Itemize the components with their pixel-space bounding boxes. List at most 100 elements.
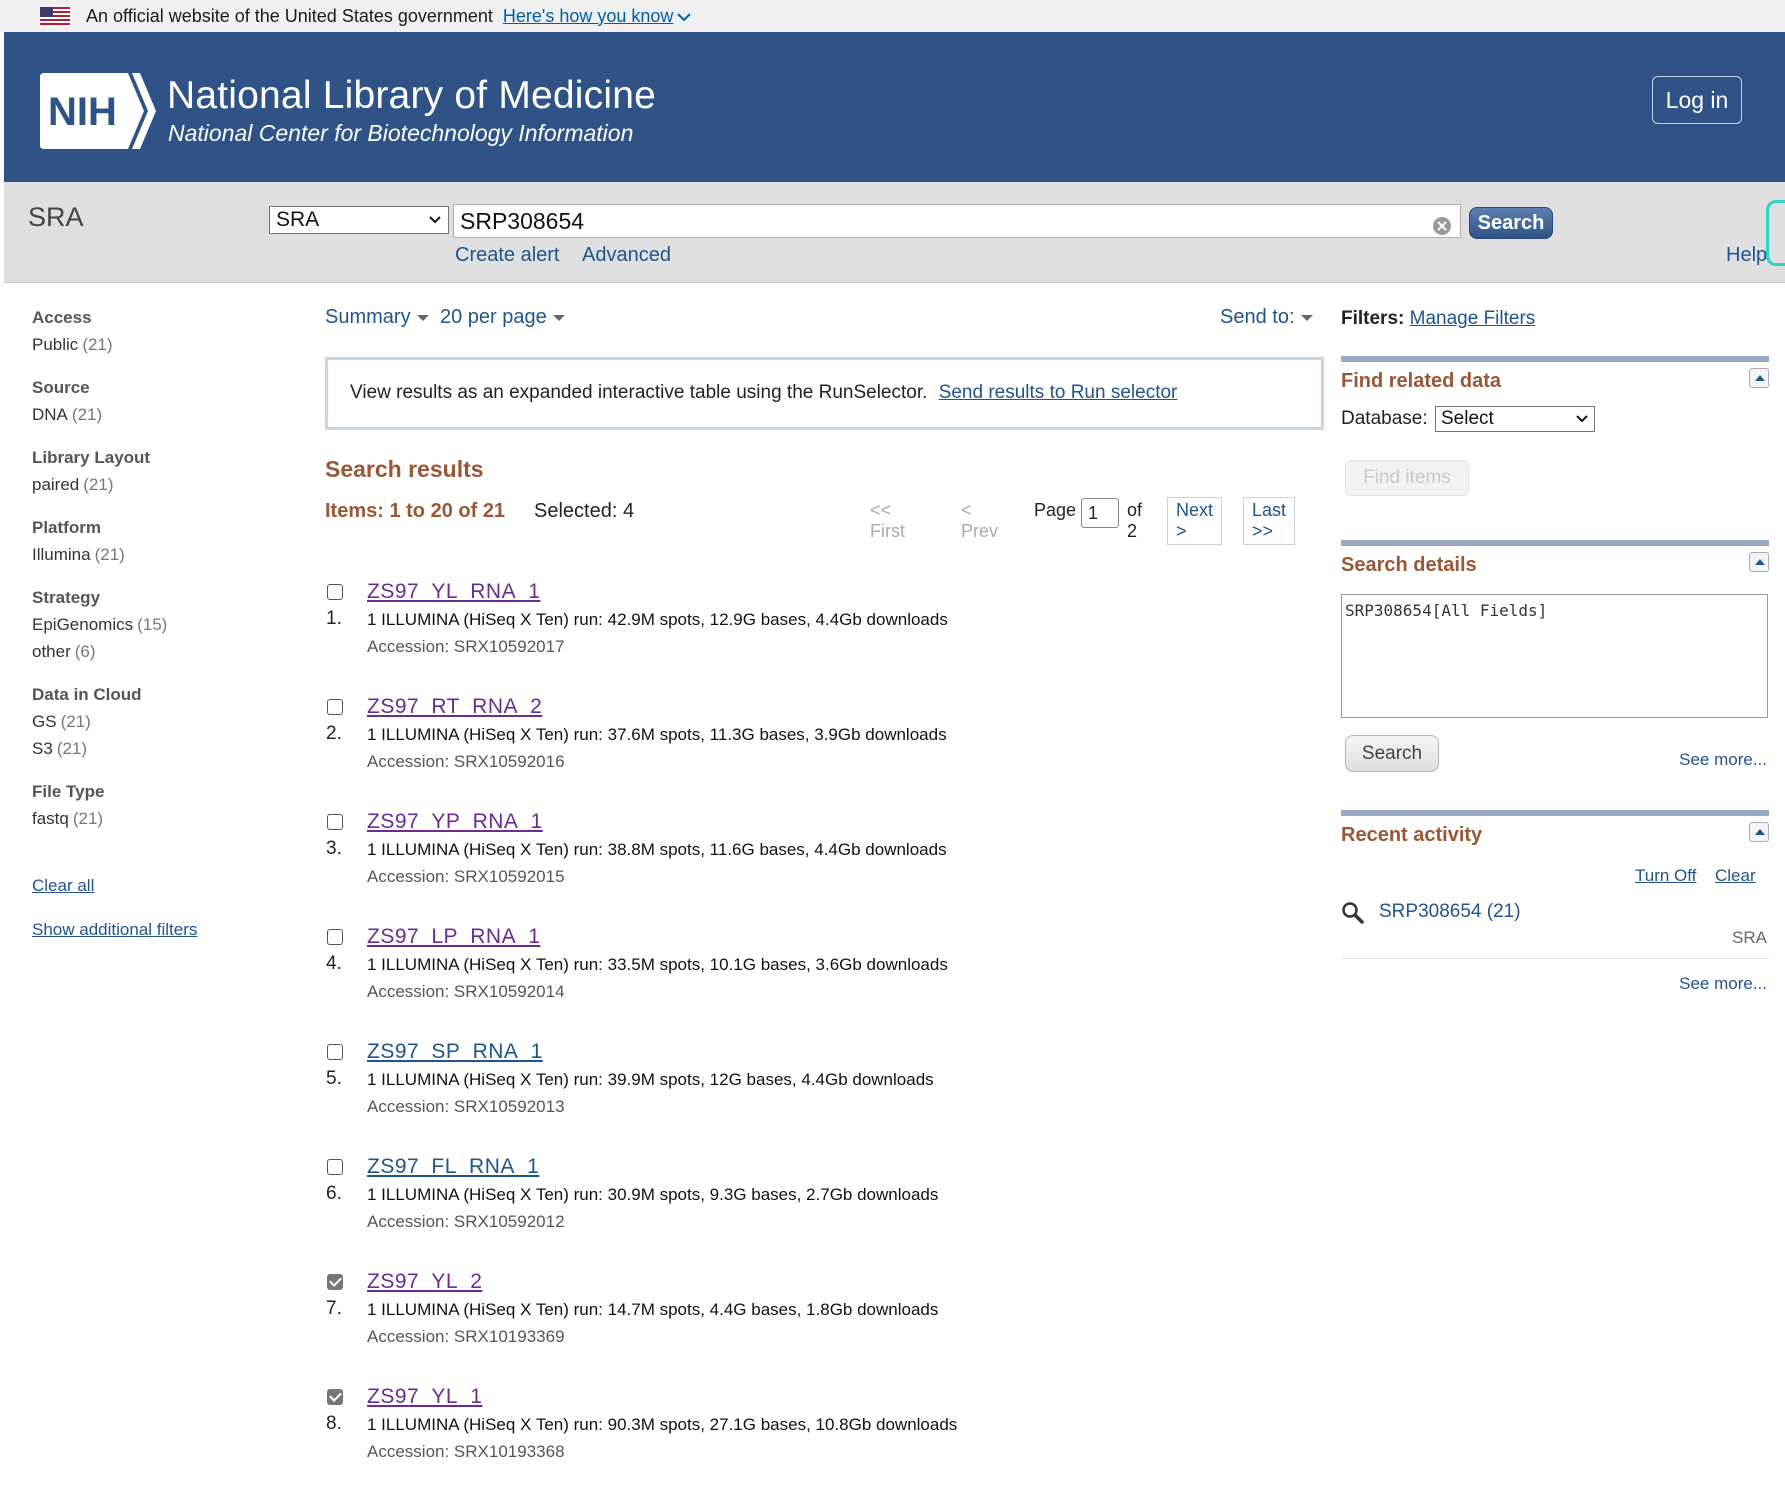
facet-item[interactable]: S3 (21) <box>32 735 272 762</box>
filters-label: Filters: <box>1341 308 1405 329</box>
portlet-title: Find related data <box>1341 370 1502 392</box>
search-details-see-more-link[interactable]: See more... <box>1679 750 1767 770</box>
collapse-toggle-icon[interactable] <box>1749 368 1769 388</box>
page-total-label: of 2 <box>1127 500 1143 541</box>
result-title-link[interactable]: ZS97_RT_RNA_2 <box>367 695 542 719</box>
result-item: 2. ZS97_RT_RNA_2 1 ILLUMINA (HiSeq X Ten) … <box>325 695 1325 795</box>
facet-item[interactable]: other (6) <box>32 638 272 665</box>
find-items-button[interactable]: Find items <box>1345 460 1469 496</box>
result-accession: Accession: SRX10592012 <box>367 1212 565 1231</box>
facet-item[interactable]: fastq (21) <box>32 805 272 832</box>
facet-item[interactable]: GS (21) <box>32 708 272 735</box>
show-additional-filters-link[interactable]: Show additional filters <box>32 920 197 940</box>
result-checkbox[interactable] <box>327 929 343 945</box>
site-subtitle: National Center for Biotechnology Inform… <box>168 120 634 146</box>
next-page-button[interactable]: Next > <box>1167 497 1223 545</box>
facet-group: File Type fastq (21) <box>32 779 272 832</box>
result-checkbox[interactable] <box>327 699 343 715</box>
facet-item-label: fastq <box>32 809 69 828</box>
facet-item-count: (21) <box>82 335 113 354</box>
recent-activity-see-more-link[interactable]: See more... <box>1679 974 1767 994</box>
result-title-link[interactable]: ZS97_YL_2 <box>367 1270 482 1294</box>
result-title-link[interactable]: ZS97_YL_1 <box>367 1385 482 1409</box>
result-checkbox[interactable] <box>327 1274 343 1290</box>
search-details-textarea[interactable]: SRP308654[All Fields] <box>1341 594 1768 718</box>
clear-all-filters-link[interactable]: Clear all <box>32 876 94 896</box>
result-accession: Accession: SRX10592015 <box>367 867 565 886</box>
result-item: 5. ZS97_SP_RNA_1 1 ILLUMINA (HiSeq X Ten) … <box>325 1040 1325 1140</box>
related-database-select[interactable]: Select <box>1435 406 1595 432</box>
search-button[interactable]: Search <box>1469 207 1553 239</box>
first-page-link[interactable]: << First <box>870 500 905 542</box>
result-title-link[interactable]: ZS97_SP_RNA_1 <box>367 1040 543 1064</box>
per-page-menu[interactable]: 20 per page <box>440 306 565 329</box>
format-menu-label: Summary <box>325 306 411 328</box>
recent-activity-item[interactable]: SRP308654 (21) <box>1379 901 1521 923</box>
result-description: 1 ILLUMINA (HiSeq X Ten) run: 38.8M spot… <box>367 840 947 859</box>
result-number: 1. <box>326 608 342 629</box>
facet-item[interactable]: paired (21) <box>32 471 272 498</box>
facet-item-count: (21) <box>71 405 103 424</box>
result-title-link[interactable]: ZS97_FL_RNA_1 <box>367 1155 539 1179</box>
clear-icon[interactable] <box>1432 212 1452 235</box>
result-description: 1 ILLUMINA (HiSeq X Ten) run: 37.6M spot… <box>367 725 947 744</box>
selected-count[interactable]: Selected: 4 <box>534 500 634 523</box>
facet-item-label: Public <box>32 335 79 354</box>
help-link[interactable]: Help <box>1726 244 1767 267</box>
login-button[interactable]: Log in <box>1652 76 1742 124</box>
result-accession: Accession: SRX10592016 <box>367 752 565 771</box>
nih-logo-text: NIH <box>48 90 117 134</box>
caret-down-icon <box>416 314 429 321</box>
result-checkbox[interactable] <box>327 1389 343 1405</box>
facet-item-label: DNA <box>32 405 68 424</box>
recent-activity-portlet: Recent activity Turn Off Clear SRP308654… <box>1341 810 1769 1006</box>
result-checkbox[interactable] <box>327 814 343 830</box>
result-number: 7. <box>326 1298 342 1319</box>
gov-official-text: An official website of the United States… <box>86 5 493 26</box>
per-page-menu-label: 20 per page <box>440 306 547 328</box>
facet-group: Source DNA (21) <box>32 375 272 428</box>
page-number-input[interactable]: 1 <box>1081 498 1119 528</box>
feedback-tab[interactable] <box>1766 200 1785 266</box>
format-menu[interactable]: Summary <box>325 306 429 329</box>
nih-logo[interactable]: NIH <box>40 73 160 149</box>
facet-item[interactable]: Illumina (21) <box>32 541 272 568</box>
result-title-link[interactable]: ZS97_LP_RNA_1 <box>367 925 540 949</box>
caret-down-icon <box>552 314 565 321</box>
result-item: 4. ZS97_LP_RNA_1 1 ILLUMINA (HiSeq X Ten) … <box>325 925 1325 1025</box>
result-item: 6. ZS97_FL_RNA_1 1 ILLUMINA (HiSeq X Ten) … <box>325 1155 1325 1255</box>
chevron-down-icon <box>677 6 692 27</box>
advanced-search-link[interactable]: Advanced <box>582 244 671 267</box>
manage-filters-link[interactable]: Manage Filters <box>1410 308 1536 329</box>
last-page-button[interactable]: Last >> <box>1243 497 1296 545</box>
result-item: 1. ZS97_YL_RNA_1 1 ILLUMINA (HiSeq X Ten) … <box>325 580 1325 680</box>
send-to-menu[interactable]: Send to: <box>1220 306 1313 329</box>
site-title[interactable]: National Library of Medicine <box>167 74 656 118</box>
facet-item[interactable]: EpiGenomics (15) <box>32 611 272 638</box>
facet-item[interactable]: DNA (21) <box>32 401 272 428</box>
result-checkbox[interactable] <box>327 584 343 600</box>
facet-item-label: paired <box>32 475 80 494</box>
prev-page-link[interactable]: < Prev <box>961 500 998 542</box>
result-title-link[interactable]: ZS97_YL_RNA_1 <box>367 580 540 604</box>
turn-off-activity-link[interactable]: Turn Off <box>1635 866 1696 886</box>
result-accession: Accession: SRX10193369 <box>367 1327 565 1346</box>
result-description: 1 ILLUMINA (HiSeq X Ten) run: 33.5M spot… <box>367 955 948 974</box>
how-you-know-link[interactable]: Here's how you know <box>503 6 692 27</box>
clear-activity-link[interactable]: Clear <box>1715 866 1756 886</box>
search-details-button[interactable]: Search <box>1345 735 1439 772</box>
facet-item-label: GS <box>32 712 57 731</box>
facet-group: Strategy EpiGenomics (15) other (6) <box>32 585 272 665</box>
create-alert-link[interactable]: Create alert <box>455 244 560 267</box>
facet-item[interactable]: Public (21) <box>32 331 272 358</box>
result-checkbox[interactable] <box>327 1044 343 1060</box>
result-checkbox[interactable] <box>327 1159 343 1175</box>
collapse-toggle-icon[interactable] <box>1749 552 1769 572</box>
caret-down-icon <box>1300 314 1313 321</box>
result-title-link[interactable]: ZS97_YP_RNA_1 <box>367 810 543 834</box>
send-to-run-selector-link[interactable]: Send results to Run selector <box>939 382 1178 403</box>
collapse-toggle-icon[interactable] <box>1749 822 1769 842</box>
search-input[interactable]: SRP308654 <box>453 204 1461 238</box>
database-label: SRA <box>28 202 84 232</box>
database-select[interactable]: SRA <box>269 206 449 234</box>
